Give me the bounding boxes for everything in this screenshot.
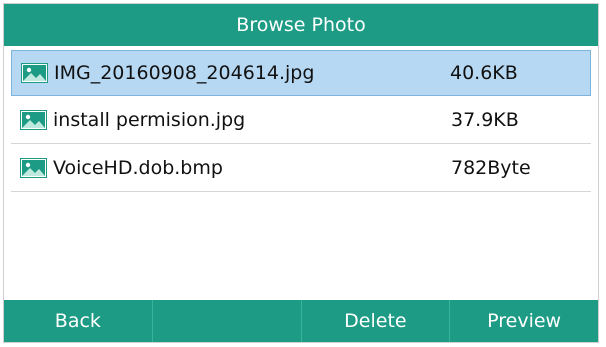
file-list: IMG_20160908_204614.jpg 40.6KB install p… [4, 46, 598, 192]
back-softkey[interactable]: Back [4, 300, 153, 342]
image-icon [21, 63, 48, 83]
page-title: Browse Photo [236, 14, 366, 36]
file-name: install permision.jpg [53, 108, 246, 131]
file-row[interactable]: IMG_20160908_204614.jpg 40.6KB [11, 50, 591, 96]
file-size: 40.6KB [450, 62, 518, 84]
image-icon [20, 109, 47, 130]
file-row[interactable]: VoiceHD.dob.bmp 782Byte [11, 144, 591, 192]
delete-softkey[interactable]: Delete [302, 300, 451, 342]
phone-screen: Browse Photo IMG_20160908_204614.jpg 40.… [3, 3, 599, 343]
file-size: 37.9KB [451, 108, 519, 131]
file-name: IMG_20160908_204614.jpg [54, 62, 315, 84]
file-name: VoiceHD.dob.bmp [53, 156, 223, 179]
image-icon [20, 157, 47, 178]
softkey-bar: Back Delete Preview [4, 300, 598, 342]
file-size: 782Byte [451, 156, 531, 179]
title-bar: Browse Photo [4, 4, 598, 46]
file-row[interactable]: install permision.jpg 37.9KB [11, 96, 591, 144]
empty-softkey[interactable] [153, 300, 302, 342]
preview-softkey[interactable]: Preview [450, 300, 598, 342]
